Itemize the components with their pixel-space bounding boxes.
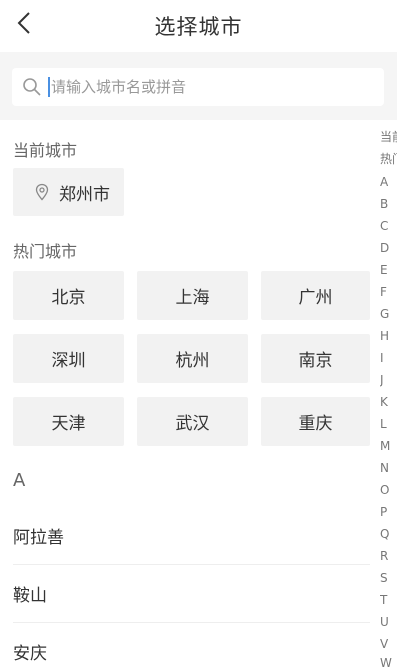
hot-city-button[interactable]: 深圳 bbox=[13, 334, 124, 383]
index-item-letter[interactable]: N bbox=[380, 461, 397, 475]
current-city-title: 当前城市 bbox=[13, 141, 78, 160]
index-item-letter[interactable]: T bbox=[380, 593, 397, 607]
search-icon bbox=[22, 77, 42, 97]
location-pin-icon bbox=[33, 183, 51, 201]
hot-city-button[interactable]: 杭州 bbox=[137, 334, 248, 383]
index-item-letter[interactable]: I bbox=[380, 351, 397, 365]
hot-city-button[interactable]: 上海 bbox=[137, 271, 248, 320]
index-item-letter[interactable]: U bbox=[380, 615, 397, 629]
index-item-letter[interactable]: M bbox=[380, 439, 397, 453]
index-item-letter[interactable]: O bbox=[380, 483, 397, 497]
city-list-item[interactable]: 鞍山 bbox=[0, 564, 370, 622]
header-bar: 选择城市 bbox=[0, 0, 397, 52]
index-item-letter[interactable]: G bbox=[380, 307, 397, 321]
index-item-letter[interactable]: K bbox=[380, 395, 397, 409]
index-item-letter[interactable]: A bbox=[380, 175, 397, 189]
index-item-letter[interactable]: S bbox=[380, 571, 397, 585]
index-item-letter[interactable]: F bbox=[380, 285, 397, 299]
city-list-item[interactable]: 阿拉善 bbox=[0, 506, 370, 564]
index-item-hot[interactable]: 热门 bbox=[380, 150, 397, 167]
letter-group-header: A bbox=[13, 470, 26, 491]
text-cursor bbox=[48, 77, 50, 97]
index-item-letter[interactable]: L bbox=[380, 417, 397, 431]
index-item-letter[interactable]: C bbox=[380, 219, 397, 233]
hot-city-button[interactable]: 广州 bbox=[261, 271, 370, 320]
index-item-letter[interactable]: E bbox=[380, 263, 397, 277]
search-input[interactable] bbox=[51, 78, 351, 96]
index-item-letter[interactable]: Q bbox=[380, 527, 397, 541]
search-box[interactable] bbox=[12, 68, 384, 106]
search-area bbox=[0, 52, 397, 120]
index-item-letter[interactable]: H bbox=[380, 329, 397, 343]
index-item-letter[interactable]: V bbox=[380, 637, 397, 651]
current-city-chip[interactable]: 郑州市 bbox=[13, 168, 124, 216]
index-item-letter[interactable]: J bbox=[380, 373, 397, 387]
hot-city-button[interactable]: 北京 bbox=[13, 271, 124, 320]
hot-cities-title: 热门城市 bbox=[13, 242, 78, 261]
index-item-letter[interactable]: B bbox=[380, 197, 397, 211]
index-item-letter[interactable]: R bbox=[380, 549, 397, 563]
index-item-letter[interactable]: D bbox=[380, 241, 397, 255]
index-item-current[interactable]: 当前 bbox=[380, 128, 397, 145]
hot-city-button[interactable]: 重庆 bbox=[261, 397, 370, 446]
city-list-item[interactable]: 安庆 bbox=[0, 622, 370, 668]
current-city-label: 郑州市 bbox=[59, 184, 110, 205]
index-item-letter[interactable]: W bbox=[380, 656, 397, 668]
hot-city-button[interactable]: 天津 bbox=[13, 397, 124, 446]
alphabet-index-bar[interactable]: 当前 热门 A B C D E F G H I J K L M N O P Q … bbox=[380, 128, 397, 668]
index-item-letter[interactable]: P bbox=[380, 505, 397, 519]
hot-city-button[interactable]: 武汉 bbox=[137, 397, 248, 446]
hot-city-button[interactable]: 南京 bbox=[261, 334, 370, 383]
page-title: 选择城市 bbox=[154, 15, 243, 39]
